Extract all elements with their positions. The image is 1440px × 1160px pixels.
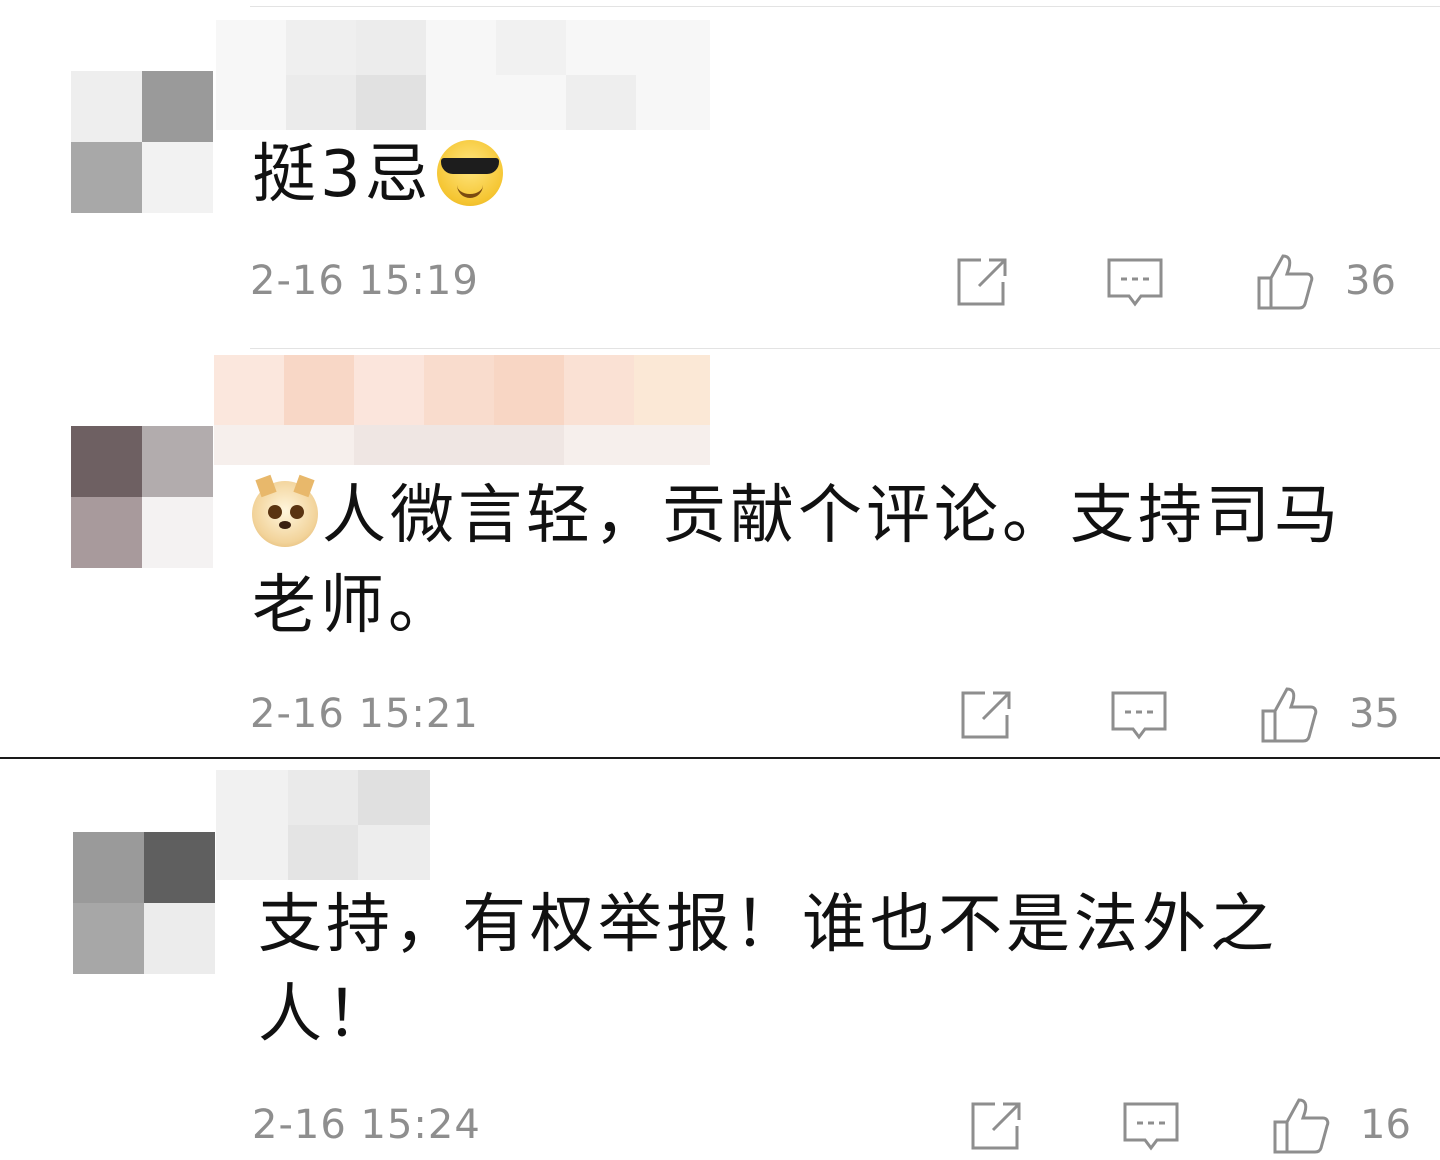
reply-button[interactable] [1105, 252, 1165, 312]
comment-text: 支持，有权举报！谁也不是法外之 人！ [258, 880, 1398, 1060]
comment-icon [1123, 1102, 1179, 1151]
username-redacted[interactable] [214, 355, 710, 465]
like-button[interactable] [1271, 1096, 1331, 1156]
share-button[interactable] [967, 1096, 1027, 1156]
comment-text-line1: 支持，有权举报！谁也不是法外之 [258, 888, 1278, 962]
cool-sunglasses-emoji-icon [436, 140, 503, 206]
comment-item: 支持，有权举报！谁也不是法外之 人！ 2-16 15:24 16 [0, 760, 1440, 1157]
avatar[interactable] [73, 832, 215, 974]
doge-emoji-icon [252, 474, 318, 547]
like-button[interactable] [1255, 252, 1315, 312]
like-button[interactable] [1259, 685, 1319, 745]
avatar[interactable] [71, 71, 213, 213]
comment-text: 人微言轻，贡献个评论。支持司马 老师。 [252, 471, 1392, 651]
comment-time: 2-16 15:19 [250, 258, 479, 304]
comment-text-line1: 人微言轻，贡献个评论。支持司马 [322, 479, 1342, 553]
comment-text-body: 挺3忌 [252, 138, 433, 212]
comment-text: 挺3忌 [252, 130, 1392, 220]
share-icon [961, 691, 1011, 739]
share-button[interactable] [953, 252, 1013, 312]
thumbs-up-icon [1261, 687, 1318, 743]
share-icon [971, 1102, 1021, 1150]
username-redacted[interactable] [216, 770, 430, 880]
comment-time: 2-16 15:21 [250, 691, 479, 737]
comment-time: 2-16 15:24 [252, 1102, 481, 1148]
like-count: 35 [1349, 691, 1400, 737]
reply-button[interactable] [1109, 685, 1169, 745]
comment-icon [1107, 258, 1163, 307]
comment-meta: 2-16 15:19 36 [0, 252, 1440, 312]
comment-item: 挺3忌 2-16 15:19 36 [0, 0, 1440, 345]
share-button[interactable] [957, 685, 1017, 745]
avatar[interactable] [71, 426, 213, 568]
screenshot-splice-divider [0, 757, 1440, 759]
comment-meta: 2-16 15:24 16 [0, 1096, 1440, 1156]
comment-meta: 2-16 15:21 35 [0, 685, 1440, 745]
comment-text-line2: 人！ [258, 978, 394, 1052]
reply-button[interactable] [1121, 1096, 1181, 1156]
comment-icon [1111, 691, 1167, 740]
comment-text-line2: 老师。 [252, 569, 456, 643]
username-redacted[interactable] [216, 20, 710, 130]
thumbs-up-icon [1257, 254, 1314, 310]
thumbs-up-icon [1273, 1098, 1330, 1154]
share-icon [957, 258, 1007, 306]
like-count: 36 [1345, 258, 1396, 304]
like-count: 16 [1360, 1102, 1411, 1148]
comment-item: 人微言轻，贡献个评论。支持司马 老师。 2-16 15:21 35 [0, 349, 1440, 757]
